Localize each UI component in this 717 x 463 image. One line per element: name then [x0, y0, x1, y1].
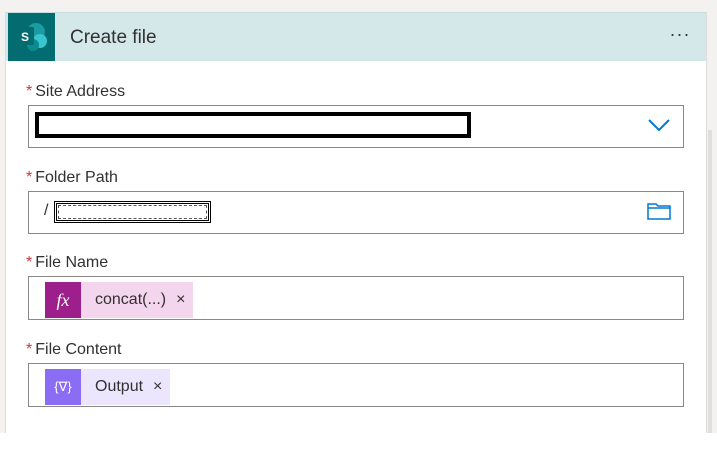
- folder-path-label-text: Folder Path: [35, 169, 118, 186]
- folder-path-prefix: /: [44, 202, 49, 219]
- chevron-down-icon[interactable]: [647, 117, 671, 133]
- scrollbar[interactable]: [708, 130, 712, 433]
- more-options-button[interactable]: ···: [668, 24, 692, 44]
- site-address-label-text: Site Address: [35, 83, 126, 100]
- page-background: [0, 0, 717, 12]
- redacted-value: [35, 112, 471, 138]
- sharepoint-icon-letter: S: [21, 30, 29, 44]
- required-marker: *: [26, 83, 33, 100]
- remove-token-button[interactable]: ×: [176, 291, 185, 309]
- create-file-action-card: S Create file ··· * Site Address * Folder …: [5, 12, 707, 434]
- file-content-input[interactable]: {∇} Output ×: [28, 363, 684, 407]
- remove-token-button[interactable]: ×: [153, 378, 162, 396]
- site-address-dropdown[interactable]: [28, 105, 684, 148]
- required-marker: *: [26, 169, 33, 186]
- file-name-label: * File Name: [26, 254, 108, 272]
- sharepoint-icon: S: [8, 13, 55, 61]
- folder-path-input[interactable]: /: [28, 191, 684, 234]
- file-content-label: * File Content: [26, 341, 122, 359]
- folder-picker-icon[interactable]: [647, 202, 671, 220]
- redacted-value: [54, 201, 211, 223]
- site-address-label: * Site Address: [26, 83, 125, 101]
- file-name-input[interactable]: fx concat(...) ×: [28, 276, 684, 320]
- required-marker: *: [26, 341, 33, 358]
- file-name-label-text: File Name: [35, 254, 109, 271]
- variable-token-label: Output: [95, 378, 144, 395]
- expression-token[interactable]: fx concat(...) ×: [45, 282, 194, 318]
- variable-icon: {∇}: [45, 369, 81, 405]
- card-header[interactable]: S Create file ···: [6, 12, 706, 61]
- file-content-label-text: File Content: [35, 341, 122, 358]
- page-bottom-area: [0, 433, 717, 463]
- expression-token-label: concat(...): [95, 291, 167, 308]
- required-marker: *: [26, 254, 33, 271]
- function-icon: fx: [45, 282, 81, 318]
- variable-token[interactable]: {∇} Output ×: [45, 369, 171, 405]
- folder-path-label: * Folder Path: [26, 169, 118, 187]
- card-title: Create file: [70, 27, 157, 48]
